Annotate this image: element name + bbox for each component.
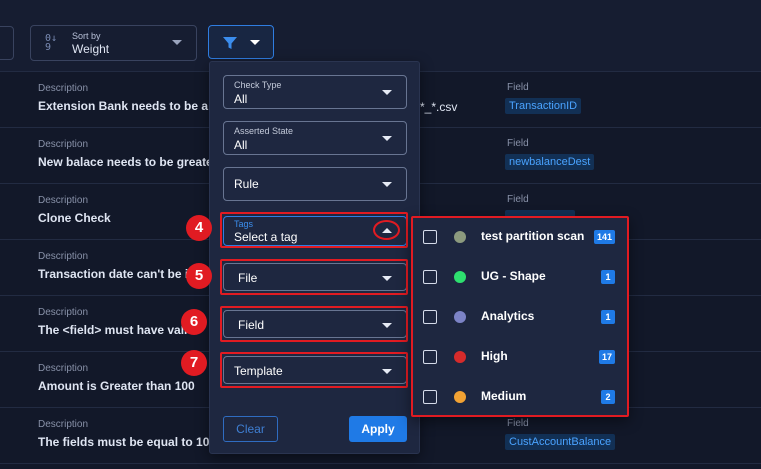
sort-numeric-icon: 0↓ 9 [45, 33, 58, 53]
field-chip[interactable]: newbalanceDest [505, 154, 595, 170]
step-badge-7: 7 [181, 350, 207, 376]
description-value: The fields must be equal to 1000 [38, 435, 223, 449]
tag-color-dot [454, 231, 466, 243]
sort-caption: Sort by [72, 31, 101, 41]
tag-option-analytics[interactable]: Analytics 1 [413, 298, 627, 338]
annotation-highlight-file [220, 259, 408, 295]
tag-color-dot [454, 391, 466, 403]
apply-button[interactable]: Apply [349, 416, 407, 442]
step-badge-6: 6 [181, 309, 207, 335]
description-label: Description [38, 363, 89, 374]
tag-count-badge: 2 [601, 390, 615, 404]
step-badge-5: 5 [186, 263, 212, 289]
field-label: Field [507, 82, 529, 93]
annotation-highlight-template [220, 352, 408, 388]
toolbar-control-partial[interactable] [0, 26, 14, 60]
tag-count-badge: 1 [601, 270, 615, 284]
annotation-ring [373, 220, 400, 240]
field-label: Field [507, 194, 529, 205]
description-value: Transaction date can't be in [38, 267, 196, 281]
description-label: Description [38, 419, 89, 430]
checkbox[interactable] [423, 350, 437, 364]
tag-name: Analytics [481, 309, 535, 323]
file-pattern-fragment: *_*.csv [420, 100, 458, 114]
tag-name: High [481, 349, 508, 363]
filter-button[interactable] [208, 25, 274, 59]
step-badge-4: 4 [186, 215, 212, 241]
checkbox[interactable] [423, 270, 437, 284]
tag-color-dot [454, 271, 466, 283]
check-type-caption: Check Type [234, 80, 282, 90]
tag-name: Medium [481, 389, 527, 403]
description-label: Description [38, 251, 89, 262]
tag-name: UG - Shape [481, 269, 546, 283]
description-label: Description [38, 307, 89, 318]
tag-count-badge: 1 [601, 310, 615, 324]
checkbox[interactable] [423, 310, 437, 324]
sort-by-select[interactable]: 0↓ 9 Sort by Weight [30, 25, 197, 61]
annotation-highlight-field [220, 306, 408, 342]
asserted-state-select[interactable]: Asserted State All [223, 121, 407, 155]
filter-panel: Check Type All Asserted State All Rule T… [209, 61, 420, 454]
description-value: The <field> must have valid [38, 323, 195, 337]
tag-option-medium[interactable]: Medium 2 [413, 378, 627, 418]
tag-count-badge: 17 [598, 350, 615, 364]
tag-option-high[interactable]: High 17 [413, 338, 627, 378]
description-value: Clone Check [38, 211, 111, 225]
tag-color-dot [454, 311, 466, 323]
field-chip[interactable]: CustAccountBalance [505, 434, 616, 450]
rule-value: Rule [234, 177, 259, 191]
check-type-value: All [234, 92, 248, 106]
asserted-state-caption: Asserted State [234, 126, 294, 136]
asserted-state-value: All [234, 138, 248, 152]
chevron-down-icon [172, 40, 182, 45]
tag-option-ug-shape[interactable]: UG - Shape 1 [413, 258, 627, 298]
checkbox[interactable] [423, 390, 437, 404]
rule-select[interactable]: Rule [223, 167, 407, 201]
tag-name: test partition scan [481, 229, 585, 243]
tag-color-dot [454, 351, 466, 363]
checkbox[interactable] [423, 230, 437, 244]
filter-funnel-icon [223, 37, 237, 49]
field-label: Field [507, 138, 529, 149]
chevron-down-icon [382, 90, 392, 95]
check-type-select[interactable]: Check Type All [223, 75, 407, 109]
tag-count-badge: 141 [593, 230, 615, 244]
tag-option-test-partition-scan[interactable]: test partition scan 141 [413, 218, 627, 258]
sort-value: Weight [72, 42, 110, 56]
description-value: New balace needs to be greater [38, 155, 218, 169]
description-value: Extension Bank needs to be a rep [38, 99, 231, 113]
clear-button[interactable]: Clear [223, 416, 278, 442]
chevron-down-icon [382, 182, 392, 187]
tags-dropdown: test partition scan 141 UG - Shape 1 Ana… [411, 216, 629, 417]
chevron-down-icon [250, 40, 260, 45]
description-value: Amount is Greater than 100 [38, 379, 195, 393]
field-chip[interactable]: TransactionID [505, 98, 582, 114]
description-label: Description [38, 139, 89, 150]
field-label: Field [507, 418, 529, 429]
chevron-down-icon [382, 136, 392, 141]
description-label: Description [38, 83, 89, 94]
description-label: Description [38, 195, 89, 206]
